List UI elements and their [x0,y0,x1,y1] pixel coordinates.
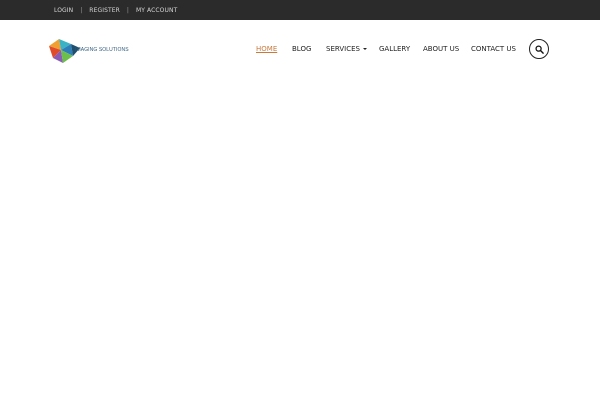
account-links: LOGIN | REGISTER | MY ACCOUNT [54,0,177,20]
nav-home[interactable]: HOME [256,45,277,53]
main-content [0,78,600,400]
nav-services[interactable]: SERVICES [326,45,367,53]
separator: | [80,6,83,14]
search-button[interactable] [529,39,549,59]
main-nav: HOME BLOG SERVICES GALLERY ABOUT US CONT… [0,20,600,78]
my-account-link[interactable]: MY ACCOUNT [136,7,177,14]
login-link[interactable]: LOGIN [54,7,73,14]
caret-down-icon [362,48,367,50]
search-icon [534,44,544,54]
nav-blog[interactable]: BLOG [292,45,311,53]
top-bar: LOGIN | REGISTER | MY ACCOUNT [0,0,600,20]
nav-gallery[interactable]: GALLERY [379,45,410,53]
nav-services-label: SERVICES [326,45,360,53]
nav-about-us[interactable]: ABOUT US [423,45,459,53]
nav-contact-us[interactable]: CONTACT US [471,45,516,53]
site-header: IMAGING SOLUTIONS HOME BLOG SERVICES GAL… [0,20,600,78]
separator: | [126,6,129,14]
register-link[interactable]: REGISTER [89,7,120,14]
